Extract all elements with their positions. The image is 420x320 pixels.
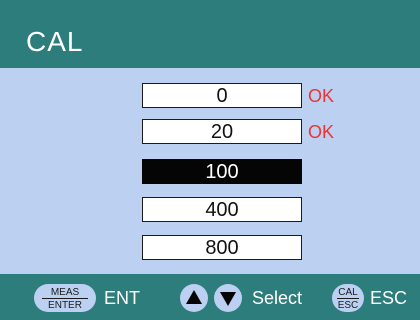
up-button[interactable]: [180, 284, 208, 312]
status-badge: OK: [308, 122, 335, 142]
selected-calibration-value-box[interactable]: 100: [142, 159, 302, 184]
up-triangle-icon: [186, 290, 202, 304]
meas-enter-button[interactable]: MEAS ENTER: [34, 284, 96, 312]
select-label: Select: [252, 288, 303, 308]
calibration-row-100[interactable]: 100: [142, 159, 306, 184]
calibration-value-box[interactable]: 0: [142, 83, 302, 108]
ent-label: ENT: [104, 288, 140, 308]
calibration-value-box[interactable]: 20: [142, 119, 302, 144]
cal-label: CAL: [337, 284, 359, 299]
esc-key-label: ESC: [337, 300, 359, 311]
esc-label: ESC: [370, 288, 408, 308]
calibration-value-box[interactable]: 800: [142, 235, 302, 260]
meas-label: MEAS: [42, 284, 88, 299]
calibration-points-list: 0 OK 20 OK 100 400 800: [0, 68, 420, 268]
page-title: CAL: [26, 26, 84, 57]
calibration-screen: CAL 0 OK 20 OK 100 400 800 MEAS ENTER EN…: [0, 0, 420, 320]
down-triangle-icon: [220, 292, 236, 306]
calibration-row-0[interactable]: 0 OK: [142, 83, 334, 108]
meas-enter-key-group[interactable]: MEAS ENTER ENT: [34, 284, 152, 312]
status-badge: OK: [308, 86, 335, 106]
cal-esc-button[interactable]: CAL ESC: [332, 284, 364, 312]
cal-esc-key-group[interactable]: CAL ESC ESC: [332, 284, 414, 312]
select-key-group[interactable]: Select: [180, 284, 328, 312]
calibration-row-20[interactable]: 20 OK: [142, 119, 334, 144]
calibration-row-400[interactable]: 400: [142, 197, 306, 222]
enter-label: ENTER: [48, 300, 82, 311]
footer-bar: MEAS ENTER ENT Select CAL ESC ESC: [0, 274, 420, 320]
down-button[interactable]: [214, 284, 242, 312]
calibration-row-800[interactable]: 800: [142, 235, 306, 260]
calibration-value-box[interactable]: 400: [142, 197, 302, 222]
header-bar: CAL: [0, 0, 420, 68]
